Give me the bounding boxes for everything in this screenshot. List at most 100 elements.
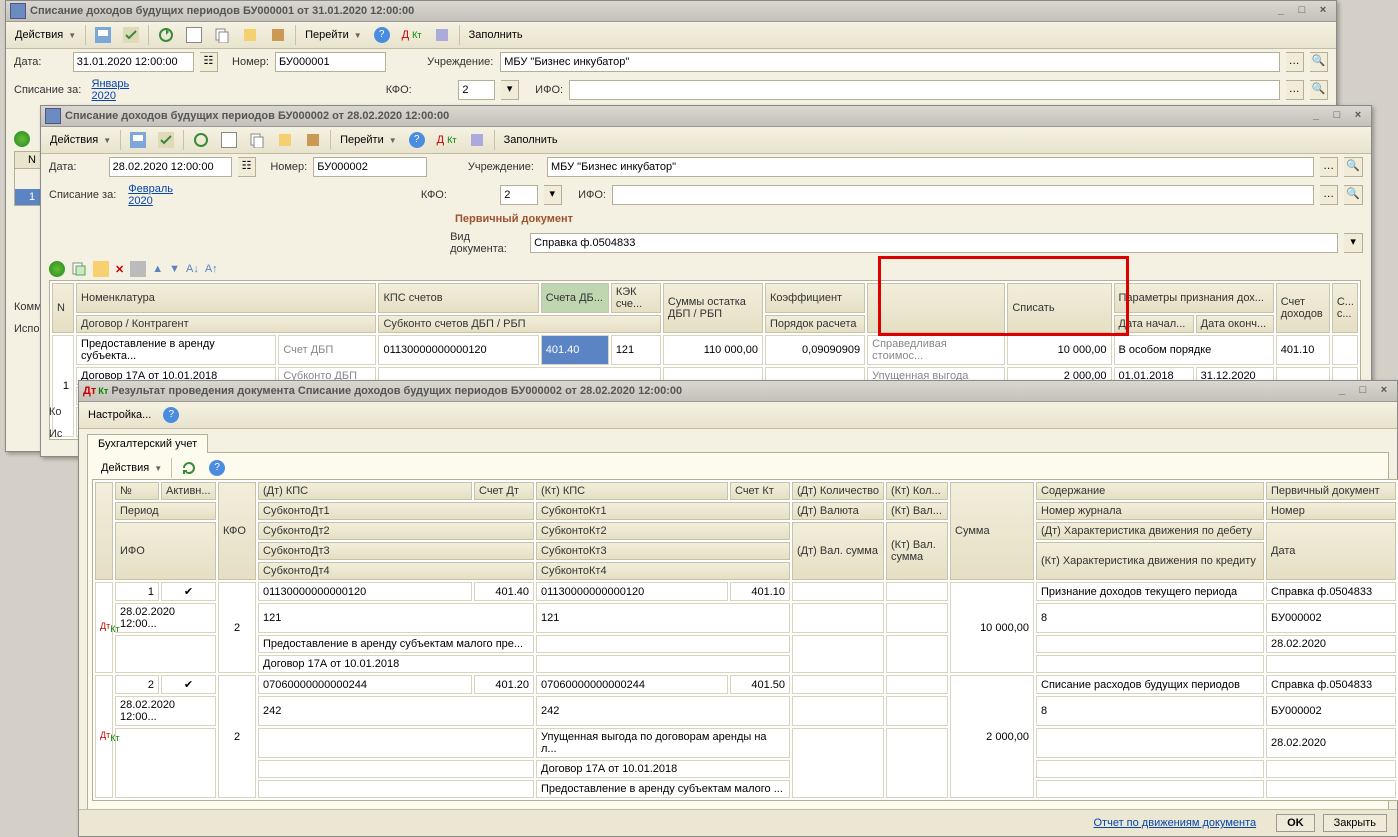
help-button[interactable]: ? <box>158 404 184 426</box>
maximize-icon[interactable]: □ <box>1293 3 1311 19</box>
dt-icon: Дт <box>83 385 96 397</box>
period-link[interactable]: Январь 2020 <box>92 78 154 102</box>
date-input[interactable]: 28.02.2020 12:00:00 <box>109 157 232 177</box>
delete-row-icon[interactable]: ✕ <box>115 263 124 276</box>
org-search-icon[interactable]: 🔍 <box>1310 52 1328 72</box>
kfo-label: КФО: <box>386 84 453 96</box>
fill-button[interactable]: Заполнить <box>499 129 563 151</box>
minimize-icon[interactable]: _ <box>1333 383 1351 399</box>
ifo-select-icon[interactable]: … <box>1320 185 1339 205</box>
maximize-icon[interactable]: □ <box>1354 383 1372 399</box>
org-select-icon[interactable]: … <box>1286 52 1304 72</box>
vid-dd-icon[interactable]: ▾ <box>1344 233 1363 253</box>
kfo-input[interactable]: 2 <box>458 80 495 100</box>
ifo-label: ИФО: <box>535 84 563 96</box>
date-input[interactable]: 31.01.2020 12:00:00 <box>73 52 194 72</box>
ispo-label: Испо <box>14 323 39 335</box>
close-button[interactable]: Закрыть <box>1323 814 1387 832</box>
settings-button[interactable]: Настройка... <box>83 404 156 426</box>
org-input[interactable]: МБУ "Бизнес инкубатор" <box>547 157 1314 177</box>
refresh-button[interactable] <box>153 24 179 46</box>
doc-button[interactable] <box>216 129 242 151</box>
num-input[interactable]: БУ000001 <box>275 52 386 72</box>
report-button[interactable] <box>429 24 455 46</box>
actions-menu[interactable]: Действия▼ <box>45 129 116 151</box>
org-search-icon[interactable]: 🔍 <box>1344 157 1363 177</box>
goto-menu[interactable]: Перейти▼ <box>300 24 367 46</box>
report-button[interactable] <box>464 129 490 151</box>
sort-asc-icon[interactable]: A↓ <box>186 263 199 275</box>
vid-input[interactable]: Справка ф.0504833 <box>530 233 1338 253</box>
ifo-input[interactable] <box>612 185 1314 205</box>
titlebar[interactable]: ДтКт Результат проведения документа Спис… <box>79 381 1397 402</box>
edit-row-icon[interactable] <box>93 261 109 277</box>
post-button[interactable] <box>153 129 179 151</box>
kfo-dd-icon[interactable]: ▾ <box>544 185 563 205</box>
window-result: ДтКт Результат проведения документа Спис… <box>78 380 1398 837</box>
date-picker-icon[interactable]: ☷ <box>238 157 257 177</box>
kfo-input[interactable]: 2 <box>500 185 537 205</box>
postings-grid[interactable]: №Активн...КФО (Дт) КПССчет Дт(Кт) КПССче… <box>92 479 1398 801</box>
refresh-button[interactable] <box>188 129 214 151</box>
copy-button[interactable] <box>244 129 270 151</box>
minimize-icon[interactable]: _ <box>1307 108 1325 124</box>
sort-desc-icon[interactable]: A↑ <box>205 263 218 275</box>
titlebar[interactable]: Списание доходов будущих периодов БУ0000… <box>41 106 1371 127</box>
down-icon[interactable]: ▼ <box>169 263 180 275</box>
minimize-icon[interactable]: _ <box>1272 3 1290 19</box>
add-row-icon[interactable] <box>49 261 65 277</box>
copy-row-icon[interactable] <box>71 261 87 277</box>
dk-button[interactable]: ДКт <box>397 24 427 46</box>
save-row-icon[interactable] <box>130 261 146 277</box>
report-link[interactable]: Отчет по движениям документа <box>1094 817 1257 829</box>
refresh-button[interactable] <box>176 457 202 479</box>
save-button[interactable] <box>125 129 151 151</box>
add-icon[interactable] <box>14 131 30 147</box>
goto-menu[interactable]: Перейти▼ <box>335 129 402 151</box>
up-icon[interactable]: ▲ <box>152 263 163 275</box>
close-icon[interactable]: × <box>1349 108 1367 124</box>
copy-button[interactable] <box>209 24 235 46</box>
date-label: Дата: <box>49 161 103 173</box>
window-icon <box>45 108 61 124</box>
actions-menu[interactable]: Действия▼ <box>10 24 81 46</box>
window-title: Списание доходов будущих периодов БУ0000… <box>30 5 414 17</box>
ifo-select-icon[interactable]: … <box>1286 80 1304 100</box>
window-title: Списание доходов будущих периодов БУ0000… <box>65 110 449 122</box>
close-icon[interactable]: × <box>1314 3 1332 19</box>
fill-button[interactable]: Заполнить <box>464 24 528 46</box>
ifo-search-icon[interactable]: 🔍 <box>1310 80 1328 100</box>
komm-label: Комм <box>14 301 42 313</box>
actions-menu[interactable]: Действия▼ <box>96 457 167 479</box>
close-icon[interactable]: × <box>1375 383 1393 399</box>
maximize-icon[interactable]: □ <box>1328 108 1346 124</box>
ok-button[interactable]: OK <box>1276 814 1315 832</box>
doc-button[interactable] <box>181 24 207 46</box>
help-button[interactable]: ? <box>204 457 230 479</box>
org-input[interactable]: МБУ "Бизнес инкубатор" <box>500 52 1279 72</box>
trans-button[interactable] <box>237 24 263 46</box>
ifo-search-icon[interactable]: 🔍 <box>1344 185 1363 205</box>
ispo-label: Ис <box>49 428 62 440</box>
period-link[interactable]: Февраль 2020 <box>128 183 199 207</box>
help-button[interactable]: ? <box>369 24 395 46</box>
tab-accounting[interactable]: Бухгалтерский учет <box>87 434 208 453</box>
num-input[interactable]: БУ000002 <box>313 157 426 177</box>
help-button[interactable]: ? <box>404 129 430 151</box>
kfo-label: КФО: <box>421 189 494 201</box>
titlebar[interactable]: Списание доходов будущих периодов БУ0000… <box>6 1 1336 22</box>
post-button[interactable] <box>118 24 144 46</box>
dk-button[interactable]: ДКт <box>432 129 462 151</box>
date-picker-icon[interactable]: ☷ <box>200 52 218 72</box>
trans-button[interactable] <box>272 129 298 151</box>
org-select-icon[interactable]: … <box>1320 157 1339 177</box>
vid-label: Вид документа: <box>450 231 524 255</box>
save-button[interactable] <box>90 24 116 46</box>
kfo-dd-icon[interactable]: ▾ <box>501 80 519 100</box>
struct-button[interactable] <box>265 24 291 46</box>
window-title: Результат проведения документа Списание … <box>111 385 682 397</box>
toolbar: Действия▼ Перейти▼ ? ДКт Заполнить <box>6 22 1336 49</box>
ifo-input[interactable] <box>569 80 1280 100</box>
struct-button[interactable] <box>300 129 326 151</box>
posting-row: ДтКт 1✔ 2 01130000000000120401.40 011300… <box>95 582 1396 601</box>
